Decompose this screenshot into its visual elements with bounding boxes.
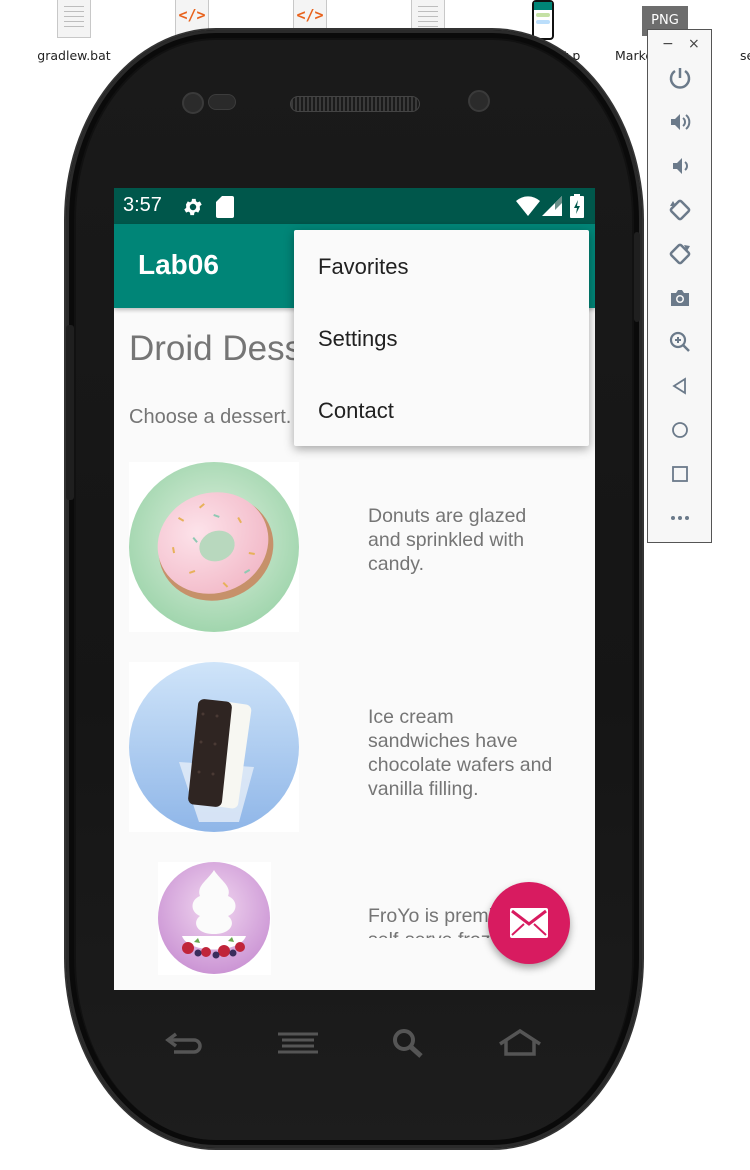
zoom-icon[interactable]: [668, 330, 692, 354]
froyo-icon: [158, 862, 270, 974]
home-icon[interactable]: [668, 418, 692, 442]
minimize-button[interactable]: −: [662, 36, 674, 52]
ice-cream-sandwich-image[interactable]: [129, 662, 299, 832]
phone-side-button: [66, 325, 74, 500]
mail-icon: [510, 908, 548, 938]
email-fab-button[interactable]: [488, 882, 570, 964]
froyo-image[interactable]: [158, 862, 271, 975]
text-file-icon: [57, 0, 91, 38]
power-icon[interactable]: [668, 66, 692, 90]
dessert-description: Ice cream sandwiches have chocolate wafe…: [368, 706, 553, 800]
page-subtitle: Choose a dessert.: [129, 406, 292, 428]
signal-icon: [542, 196, 562, 216]
status-time: 3:57: [123, 194, 162, 216]
ice-cream-sandwich-icon: [129, 662, 299, 832]
app-title: Lab06: [138, 249, 219, 280]
gear-icon: [184, 198, 202, 216]
desktop: gradlew.bat </> </> st.p PNG Marke se: [0, 0, 750, 1170]
hardware-back-icon[interactable]: [164, 1028, 204, 1058]
hardware-menu-icon[interactable]: [278, 1028, 318, 1058]
rotate-right-icon[interactable]: [668, 242, 692, 266]
menu-item-contact[interactable]: Contact: [318, 398, 394, 424]
overview-icon[interactable]: [668, 462, 692, 486]
volume-up-icon[interactable]: [668, 110, 692, 134]
back-icon[interactable]: [668, 374, 692, 398]
menu-item-favorites[interactable]: Favorites: [318, 254, 408, 280]
more-icon[interactable]: [668, 506, 692, 530]
close-button[interactable]: ×: [688, 36, 700, 52]
phone-screenshot-icon: [532, 0, 554, 40]
sd-card-icon: [216, 196, 234, 218]
rotate-left-icon[interactable]: [668, 198, 692, 222]
hardware-search-icon[interactable]: [390, 1028, 430, 1058]
emulator-toolbar: − ×: [647, 29, 712, 543]
donut-image[interactable]: [129, 462, 299, 632]
phone-speaker: [290, 96, 420, 112]
phone-front-camera-icon: [468, 90, 490, 112]
overflow-menu: Favorites Settings Contact: [294, 230, 589, 446]
desktop-file-label: se: [740, 48, 750, 63]
phone-camera-icon: [182, 92, 204, 114]
phone-sensor: [208, 94, 236, 110]
menu-item-settings[interactable]: Settings: [318, 326, 398, 352]
desktop-file-label: gradlew.bat: [37, 48, 111, 63]
status-bar: 3:57: [114, 188, 595, 224]
volume-down-icon[interactable]: [668, 154, 692, 178]
device-screen: 3:57 Lab06 Droid Desserts Choose a desse…: [114, 188, 595, 990]
phone-side-button-right: [634, 232, 640, 322]
wifi-icon: [516, 196, 540, 216]
battery-icon: [570, 194, 584, 218]
camera-icon[interactable]: [668, 286, 692, 310]
donut-icon: [129, 462, 299, 632]
hardware-home-icon[interactable]: [498, 1028, 542, 1058]
dessert-description: Donuts are glazed and sprinkled with can…: [368, 505, 527, 575]
